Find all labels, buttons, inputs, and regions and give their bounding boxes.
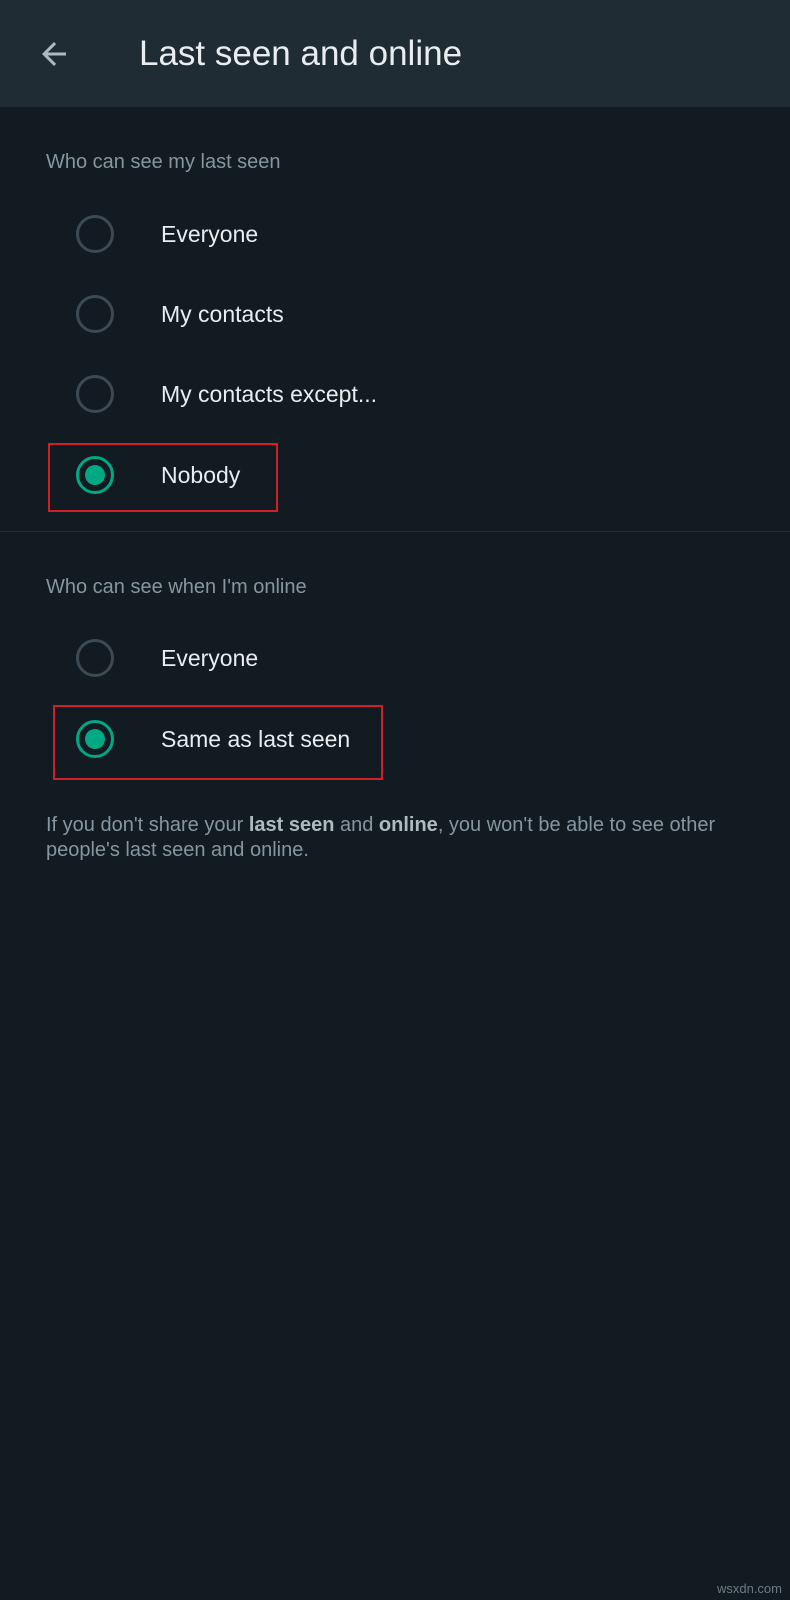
radio-unchecked-icon[interactable]	[76, 639, 114, 677]
last-seen-option-nobody[interactable]: Nobody	[0, 437, 790, 517]
option-label: Everyone	[161, 645, 259, 671]
last-seen-option-my-contacts-except[interactable]: My contacts except...	[0, 356, 790, 436]
page-title: Last seen and online	[139, 34, 463, 73]
app-bar: Last seen and online	[0, 0, 790, 107]
online-option-everyone[interactable]: Everyone	[0, 620, 790, 700]
section-header-last-seen: Who can see my last seen	[46, 151, 281, 173]
radio-unchecked-icon[interactable]	[76, 215, 114, 253]
radio-unchecked-icon[interactable]	[76, 375, 114, 413]
arrow-left-icon	[42, 42, 66, 66]
privacy-footnote: If you don't share your last seen and on…	[46, 813, 766, 863]
section-header-online: Who can see when I'm online	[46, 576, 307, 598]
option-label: My contacts except...	[161, 381, 378, 407]
footnote-bold-online: online	[378, 814, 438, 836]
footnote-text: If you don't share your	[46, 814, 249, 836]
watermark: wsxdn.com	[716, 1581, 782, 1596]
footnote-text: and	[334, 814, 379, 836]
radio-dot	[85, 465, 105, 485]
section-divider	[0, 531, 790, 532]
last-seen-option-my-contacts[interactable]: My contacts	[0, 276, 790, 356]
radio-checked-icon[interactable]	[76, 720, 114, 758]
option-label: Everyone	[161, 221, 259, 247]
last-seen-option-everyone[interactable]: Everyone	[0, 196, 790, 276]
radio-checked-icon[interactable]	[76, 456, 114, 494]
option-label: My contacts	[161, 301, 284, 327]
option-label: Nobody	[161, 462, 241, 488]
back-button[interactable]	[34, 34, 74, 74]
online-option-same-as-last-seen[interactable]: Same as last seen	[0, 701, 790, 781]
radio-dot	[85, 729, 105, 749]
radio-unchecked-icon[interactable]	[76, 295, 114, 333]
option-label: Same as last seen	[161, 726, 351, 752]
footnote-bold-last-seen: last seen	[248, 814, 335, 836]
